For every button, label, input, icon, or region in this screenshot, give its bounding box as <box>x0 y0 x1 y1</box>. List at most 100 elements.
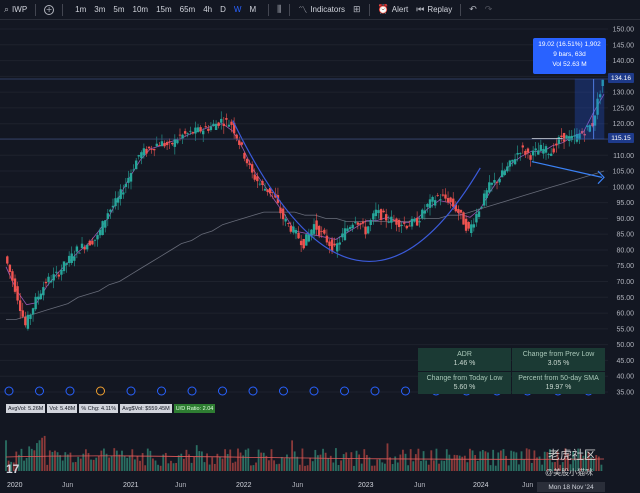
candle <box>183 128 187 137</box>
volume-bar <box>95 457 98 471</box>
volume-bar <box>229 449 232 471</box>
timeframe-3m[interactable]: 3m <box>90 5 109 14</box>
volume-bar <box>252 465 255 471</box>
candle <box>366 225 370 235</box>
timeframe-d[interactable]: D <box>216 5 230 14</box>
candle-body <box>503 170 506 175</box>
replay-button[interactable]: ⏮ Replay <box>412 0 456 20</box>
volume-bar <box>322 448 324 471</box>
price-tick-label: 120.00 <box>613 121 635 128</box>
candle <box>397 218 401 232</box>
undo-button[interactable]: ↶ <box>465 0 481 20</box>
toolbar-divider <box>289 3 291 16</box>
candle-body <box>544 146 548 153</box>
candle-body <box>26 314 30 329</box>
volume-bar <box>337 465 340 471</box>
volume-bar <box>402 449 404 471</box>
alert-button[interactable]: ⏰ Alert <box>374 0 413 20</box>
candle-body <box>287 223 290 224</box>
timeframe-5m[interactable]: 5m <box>109 5 128 14</box>
volume-bar <box>365 454 368 471</box>
candle-body <box>214 123 218 131</box>
alert-label: Alert <box>391 5 409 14</box>
candle <box>521 142 525 154</box>
symbol-search[interactable]: ⌕ IWP <box>0 0 31 20</box>
candle-body <box>426 203 429 207</box>
candle <box>292 221 295 235</box>
candle-body <box>204 126 207 128</box>
volume-bar <box>61 460 64 471</box>
price-chart[interactable]: 150.00145.00140.00135.00130.00125.00120.… <box>0 21 640 493</box>
candle <box>124 177 128 194</box>
candle-body <box>153 148 156 151</box>
timeframe-4h[interactable]: 4h <box>199 5 216 14</box>
candle-body <box>189 130 192 132</box>
candle <box>395 217 398 232</box>
volume-bar <box>51 451 54 471</box>
volume-bar <box>528 449 531 471</box>
candle-body <box>333 243 336 246</box>
change-prev-low-value: 3.05 % <box>547 360 570 368</box>
volume-bar <box>396 462 399 471</box>
volume-bar <box>30 448 33 471</box>
candle <box>325 229 329 246</box>
watermark-text: 老虎社区 <box>548 448 597 462</box>
volume-bar <box>170 460 172 471</box>
candle <box>155 136 158 148</box>
layout-button[interactable]: ⊞ <box>349 0 365 20</box>
indicators-button[interactable]: 〽 Indicators <box>294 0 349 20</box>
candle-body <box>96 235 99 240</box>
volume-bar <box>66 454 69 471</box>
grid-icon: ⊞ <box>352 4 361 15</box>
candle-body <box>111 205 115 208</box>
chart-area[interactable]: 150.00145.00140.00135.00130.00125.00120.… <box>0 21 640 493</box>
candle-body <box>299 240 303 246</box>
candle-body <box>140 152 143 159</box>
candle <box>207 124 210 134</box>
volume-bar <box>108 457 111 471</box>
candle <box>369 218 372 232</box>
dividend-circle <box>157 386 166 396</box>
volume-bar <box>355 450 358 471</box>
timeframe-w[interactable]: W <box>230 5 246 14</box>
volume-bar <box>409 449 412 471</box>
candle-body <box>62 261 66 272</box>
volume-bar <box>25 457 28 471</box>
volume-bar <box>487 452 489 471</box>
timeframe-65m[interactable]: 65m <box>176 5 200 14</box>
candle <box>482 190 486 207</box>
candle <box>570 129 573 143</box>
candle-body <box>250 164 254 173</box>
candle-body <box>279 207 282 214</box>
compare-button[interactable]: + <box>40 0 58 20</box>
measure-rect <box>574 78 605 140</box>
timeframe-10m[interactable]: 10m <box>129 5 153 14</box>
measure-volume: Vol 52.63 M <box>552 61 587 68</box>
redo-button[interactable]: ↷ <box>481 0 497 20</box>
candle-body <box>539 144 543 151</box>
volume-bar <box>489 465 492 471</box>
volume-bar <box>206 453 208 471</box>
candle <box>364 219 367 239</box>
timeframe-1m[interactable]: 1m <box>71 5 90 14</box>
volume-bar <box>600 464 603 471</box>
volume-bar <box>33 450 36 471</box>
candle <box>542 142 545 159</box>
candle <box>214 120 218 131</box>
candle <box>78 252 81 254</box>
candle <box>116 191 120 210</box>
timeframe-15m[interactable]: 15m <box>152 5 176 14</box>
candle-body <box>55 271 58 273</box>
candle-body <box>552 148 555 153</box>
chart-type-button[interactable]: ⫼ <box>273 0 285 20</box>
undo-icon: ↶ <box>469 4 477 15</box>
dividend-marker <box>126 386 136 396</box>
candle-body <box>253 174 256 180</box>
volume-bar <box>280 456 283 471</box>
candle-body <box>325 235 329 243</box>
tradingview-logo[interactable]: 17 <box>6 462 19 476</box>
candle-body <box>421 209 424 219</box>
candle-body <box>560 135 563 138</box>
timeframe-m[interactable]: M <box>245 5 260 14</box>
candle-body <box>24 317 27 326</box>
